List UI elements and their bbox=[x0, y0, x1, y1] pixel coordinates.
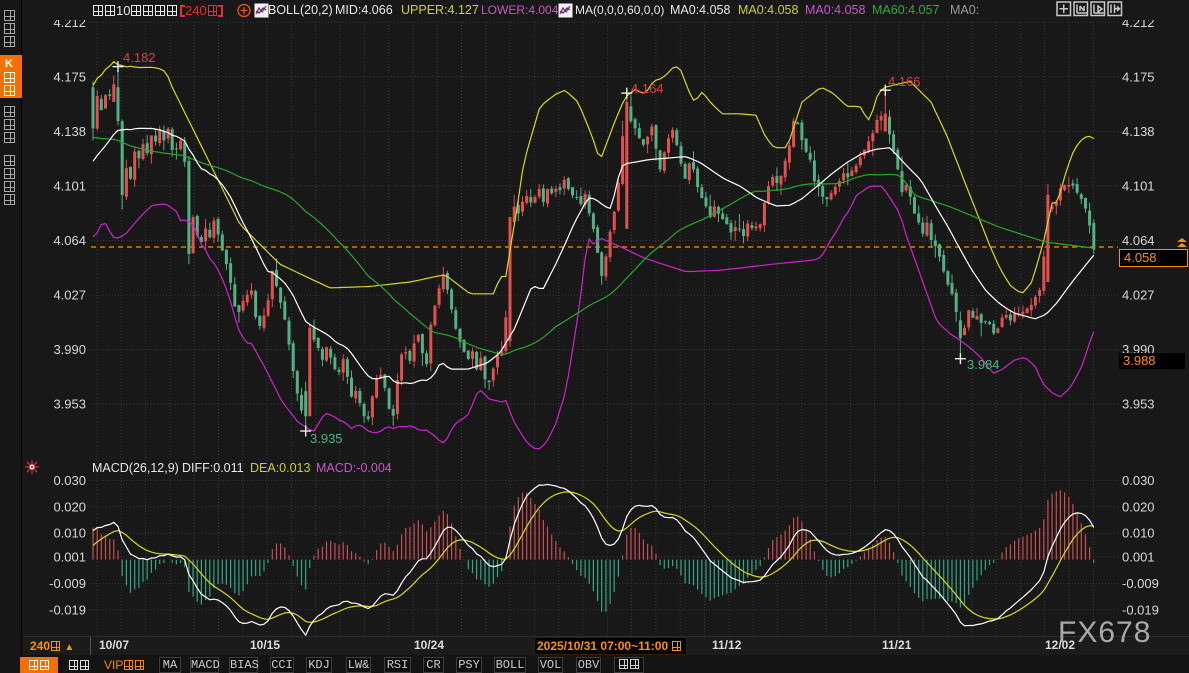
svg-text:4.027: 4.027 bbox=[1122, 288, 1155, 303]
svg-text:0.001: 0.001 bbox=[1122, 550, 1155, 565]
svg-text:0.010: 0.010 bbox=[1122, 526, 1155, 541]
svg-text:4.164: 4.164 bbox=[631, 81, 664, 96]
svg-text:4.101: 4.101 bbox=[1122, 178, 1155, 193]
svg-text:0.020: 0.020 bbox=[1122, 499, 1155, 514]
svg-text:4.064: 4.064 bbox=[53, 233, 86, 248]
svg-text:4.064: 4.064 bbox=[1122, 233, 1155, 248]
svg-text:-0.009: -0.009 bbox=[1122, 576, 1159, 591]
svg-text:3.984: 3.984 bbox=[967, 357, 1000, 372]
svg-text:3.953: 3.953 bbox=[1122, 397, 1155, 412]
svg-text:4.175: 4.175 bbox=[1122, 69, 1155, 84]
svg-text:0.020: 0.020 bbox=[53, 499, 86, 514]
svg-text:4.138: 4.138 bbox=[1122, 124, 1155, 139]
svg-text:0.030: 0.030 bbox=[53, 473, 86, 488]
svg-text:4.166: 4.166 bbox=[888, 74, 921, 89]
svg-text:4.101: 4.101 bbox=[53, 178, 86, 193]
svg-text:-0.019: -0.019 bbox=[49, 602, 86, 617]
svg-text:4.138: 4.138 bbox=[53, 124, 86, 139]
svg-text:4.027: 4.027 bbox=[53, 288, 86, 303]
svg-text:0.030: 0.030 bbox=[1122, 473, 1155, 488]
svg-text:-0.009: -0.009 bbox=[49, 576, 86, 591]
svg-text:3.990: 3.990 bbox=[53, 342, 86, 357]
svg-text:4.175: 4.175 bbox=[53, 69, 86, 84]
svg-text:0.010: 0.010 bbox=[53, 526, 86, 541]
svg-text:0.001: 0.001 bbox=[53, 550, 86, 565]
svg-text:3.953: 3.953 bbox=[53, 397, 86, 412]
svg-text:4.182: 4.182 bbox=[123, 50, 156, 65]
svg-text:3.935: 3.935 bbox=[310, 431, 343, 446]
